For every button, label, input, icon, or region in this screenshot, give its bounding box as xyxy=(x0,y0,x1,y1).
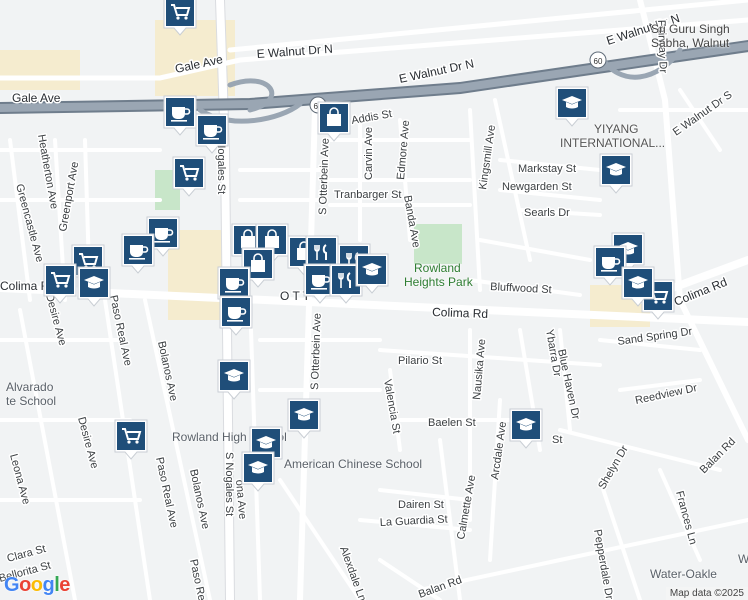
google-logo-letter: o xyxy=(19,574,31,596)
marker-3[interactable] xyxy=(598,152,634,194)
school-icon xyxy=(509,408,543,449)
label-greencastle-ave: Greencastle Ave xyxy=(13,183,45,264)
google-logo-letter: G xyxy=(4,574,20,596)
label-valencia-st: Valencia St xyxy=(381,378,402,434)
marker-28[interactable] xyxy=(113,418,149,460)
label-baelen-st: Baelen St xyxy=(428,417,476,429)
marker-4[interactable] xyxy=(162,94,198,136)
label-desire-ave-2: Desire Ave xyxy=(75,416,100,470)
label-kingsmill-ave: Kingsmill Ave xyxy=(477,124,498,190)
marker-32[interactable] xyxy=(508,407,544,449)
label-pepperdale-dr: Pepperdale Dr xyxy=(591,528,615,600)
label-pilario-st: Pilario St xyxy=(398,355,442,367)
marker-11[interactable] xyxy=(76,265,112,307)
place-water-oakle[interactable]: Water-Oakle xyxy=(650,567,717,581)
label-addis-st: Addis St xyxy=(350,108,392,127)
marker-29[interactable] xyxy=(286,397,322,439)
marker-10[interactable] xyxy=(42,262,78,304)
label-dairen-st: Dairen St xyxy=(398,499,444,511)
label-e-walnut-dr-s: E Walnut Dr S xyxy=(671,89,735,139)
school-icon xyxy=(555,86,589,127)
google-logo-letter: g xyxy=(42,574,55,596)
label-s-nogales-st-2: S Nogales St xyxy=(223,452,235,516)
place-alvarado-line1[interactable]: Alvarado xyxy=(6,380,53,394)
route-60-label-2: 60 xyxy=(594,57,603,66)
label-carvin-ave: Carvin Ave xyxy=(363,127,375,180)
marker-5[interactable] xyxy=(194,112,230,154)
map-view[interactable]: 60 60 E Walnut Dr N E Walnut Dr N E Waln… xyxy=(0,0,748,600)
google-logo-letter: e xyxy=(59,574,70,596)
label-nausika-ave-b: Nausika Ave xyxy=(471,338,488,400)
label-paso-real-ave-2: Paso Real Ave xyxy=(153,456,180,529)
place-alvarado-line2[interactable]: te School xyxy=(6,394,56,408)
shopping-cart-icon xyxy=(172,156,206,197)
label-banda-ave: Banda Ave xyxy=(401,194,422,248)
label-balan-rd-2: Balan Rd xyxy=(417,574,464,600)
place-sri-guru-line1[interactable]: Sri Guru Singh xyxy=(651,22,730,36)
place-park-line1[interactable]: Rowland xyxy=(414,261,461,275)
label-st-partial: St xyxy=(552,434,562,446)
label-shelyn-dr: Shelyn Dr xyxy=(596,443,631,491)
place-yiyang[interactable]: YIYANG xyxy=(594,122,638,136)
label-tranbarger-st: Tranbarger St xyxy=(334,189,401,201)
school-icon xyxy=(217,359,251,400)
marker-31[interactable] xyxy=(240,450,276,492)
label-leona-ave: Leona Ave xyxy=(7,453,32,506)
google-logo-letter: o xyxy=(30,574,43,596)
label-bolanos-ave-2: Bolanos Ave xyxy=(187,468,211,530)
fairway-drive-line xyxy=(637,0,748,443)
cafe-icon xyxy=(163,95,197,136)
cafe-icon xyxy=(219,295,253,336)
marker-1[interactable] xyxy=(316,100,352,142)
marker-8[interactable] xyxy=(120,232,156,274)
cafe-icon xyxy=(195,113,229,154)
label-frances-ln: Frances Ln xyxy=(673,490,699,546)
label-markstay-st: Markstay St xyxy=(518,163,576,175)
place-park-line2[interactable]: Heights Park xyxy=(404,275,473,289)
shopping-cart-icon xyxy=(43,263,77,304)
label-edmore-ave: Edmore Ave xyxy=(395,120,412,181)
google-logo-text: Google xyxy=(4,574,70,596)
school-icon xyxy=(77,266,111,307)
place-sri-guru-line2[interactable]: Sabha, Walnut xyxy=(651,36,729,50)
label-arcdale-ave: Arcdale Ave xyxy=(489,421,509,481)
shopping-cart-icon xyxy=(163,0,197,36)
label-s-otterbein-ave-2: S Otterbein Ave xyxy=(309,313,324,390)
label-newgarden-st: Newgarden St xyxy=(502,181,572,193)
marker-0[interactable] xyxy=(162,0,198,36)
label-calmette-ave: Calmette Ave xyxy=(455,474,478,540)
school-icon xyxy=(241,451,275,492)
school-icon xyxy=(355,253,389,294)
school-icon xyxy=(621,266,655,307)
school-icon xyxy=(599,153,633,194)
marker-16[interactable] xyxy=(218,294,254,336)
label-colima-rd-1: Colima Rd xyxy=(432,305,488,321)
cafe-icon xyxy=(121,233,155,274)
place-american-chinese[interactable]: American Chinese School xyxy=(284,457,422,471)
school-icon xyxy=(287,398,321,439)
google-logo: Google xyxy=(4,574,70,597)
marker-2[interactable] xyxy=(554,85,590,127)
place-w-partial[interactable]: W xyxy=(738,552,748,566)
marker-6[interactable] xyxy=(171,155,207,197)
marker-22[interactable] xyxy=(354,252,390,294)
label-greenport-ave-b: Greenport Ave xyxy=(57,161,81,233)
label-bluffwood-st: Bluffwood St xyxy=(490,281,552,296)
label-gale-ave-2: Gale Ave xyxy=(12,91,61,105)
shopping-bag-icon xyxy=(317,101,351,142)
label-blue-haven-dr: Blue Haven Dr xyxy=(555,348,582,421)
marker-27[interactable] xyxy=(216,358,252,400)
marker-26[interactable] xyxy=(620,265,656,307)
map-attribution[interactable]: Map data ©2025 xyxy=(665,587,748,600)
place-international[interactable]: INTERNATIONAL... xyxy=(560,136,665,150)
shopping-cart-icon xyxy=(114,419,148,460)
label-searls-dr: Searls Dr xyxy=(524,207,570,219)
route-60-shield-2: 60 xyxy=(589,51,607,69)
